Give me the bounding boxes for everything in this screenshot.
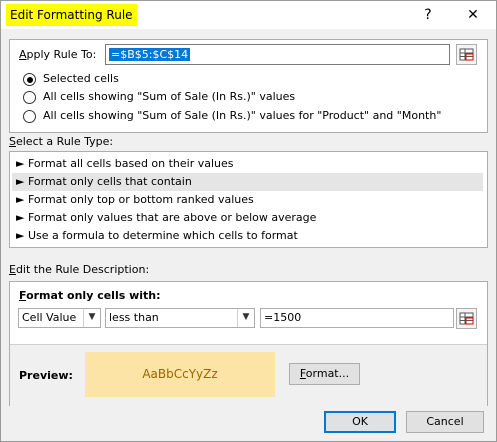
rule-type-label-accel: S [9, 135, 16, 148]
rule-type-label-text: elect a Rule Type: [15, 135, 114, 148]
chevron-down-icon: ▼ [237, 309, 254, 327]
radio-all-cells-product-month[interactable] [23, 110, 36, 123]
apply-rule-range-value: =$B$5:$C$14 [109, 48, 191, 61]
value-range-button[interactable] [456, 308, 477, 329]
rule-type-item-cells-contain[interactable]: ► Format only cells that contain [12, 173, 483, 191]
close-button[interactable]: ✕ [451, 1, 495, 29]
rule-description-label-accel: E [9, 263, 16, 276]
apply-rule-section: Apply Rule To: =$B$5:$C$14 Selected cell… [9, 39, 488, 133]
radio-all-cells-values-label: All cells showing "Sum of Sale (In Rs.)"… [43, 90, 296, 103]
radio-selected-cells-label: Selected cells [43, 72, 119, 85]
cell-value-dropdown-value: Cell Value [22, 311, 77, 324]
rule-description-label: Edit the Rule Description: [9, 263, 149, 276]
rule-description-panel: Format only cells with: Cell Value ▼ les… [9, 281, 488, 406]
value-input-text: =1500 [264, 311, 302, 324]
preview-sample-text: AaBbCcYyZz [142, 367, 218, 381]
radio-all-cells-product-month-label: All cells showing "Sum of Sale (In Rs.)"… [43, 109, 442, 122]
apply-rule-label-text: pply Rule To: [26, 48, 97, 61]
rule-type-item-all-values[interactable]: ► Format all cells based on their values [12, 155, 483, 173]
format-heading-text: ormat only cells with: [26, 289, 161, 302]
operator-dropdown[interactable]: less than ▼ [105, 308, 255, 328]
format-only-cells-heading: Format only cells with: [19, 289, 161, 302]
format-button[interactable]: Format... [289, 363, 360, 385]
operator-dropdown-value: less than [109, 311, 159, 324]
range-picker-icon [459, 48, 474, 61]
range-picker-icon [459, 312, 474, 325]
preview-area: Preview: AaBbCcYyZz Format... [10, 344, 487, 406]
radio-selected-cells[interactable] [23, 73, 36, 86]
chevron-down-icon: ▼ [83, 309, 100, 327]
preview-sample: AaBbCcYyZz [85, 352, 275, 397]
value-input[interactable]: =1500 [260, 308, 454, 328]
help-button[interactable]: ? [406, 1, 450, 29]
apply-rule-label: Apply Rule To: [19, 48, 96, 61]
rule-type-item-top-bottom[interactable]: ► Format only top or bottom ranked value… [12, 191, 483, 209]
cancel-button[interactable]: Cancel [406, 411, 484, 433]
dialog-title: Edit Formatting Rule [6, 4, 137, 26]
cell-value-dropdown[interactable]: Cell Value ▼ [18, 308, 101, 328]
rule-description-label-text: dit the Rule Description: [15, 263, 150, 276]
ok-button[interactable]: OK [324, 411, 396, 433]
apply-rule-range-input[interactable]: =$B$5:$C$14 [105, 44, 450, 65]
collapse-range-button[interactable] [456, 44, 477, 65]
rule-type-label: Select a Rule Type: [9, 135, 113, 148]
rule-type-item-formula[interactable]: ► Use a formula to determine which cells… [12, 227, 483, 245]
apply-rule-label-accel: A [19, 48, 27, 61]
rule-type-item-above-below-average[interactable]: ► Format only values that are above or b… [12, 209, 483, 227]
title-bar: Edit Formatting Rule ? ✕ [1, 1, 496, 29]
format-button-text: ormat... [305, 367, 350, 380]
rule-type-list[interactable]: ► Format all cells based on their values… [9, 151, 488, 248]
radio-all-cells-values[interactable] [23, 91, 36, 104]
edit-formatting-rule-dialog: Edit Formatting Rule ? ✕ Apply Rule To: … [0, 0, 497, 442]
preview-label: Preview: [19, 369, 73, 382]
